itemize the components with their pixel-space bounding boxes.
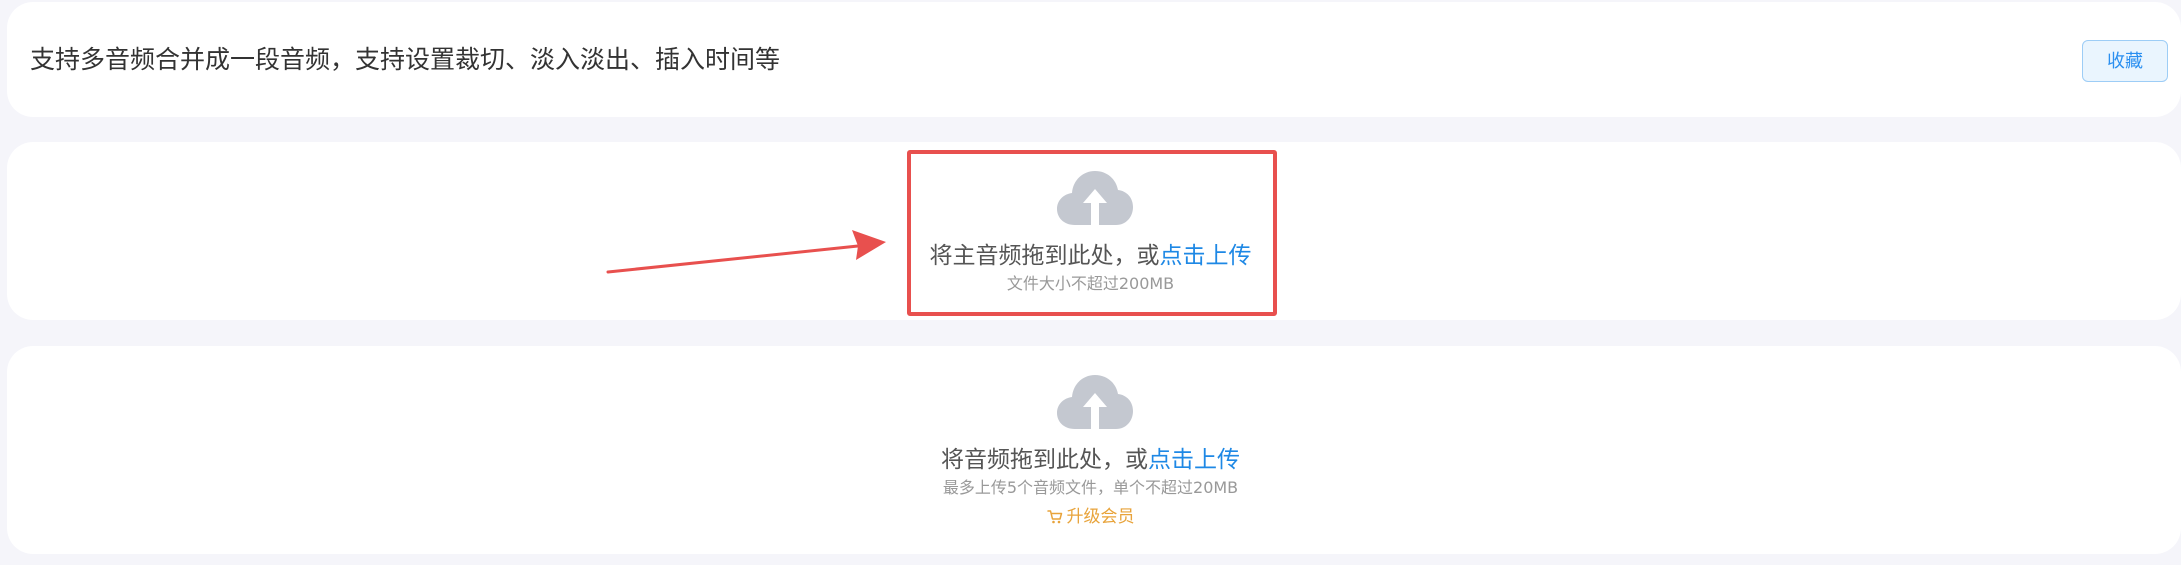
upgrade-member-link[interactable]: 升级会员 [1046,505,1135,529]
cloud-upload-icon [1057,171,1133,225]
audio-drop-text: 将音频拖到此处，或点击上传 [0,444,2181,476]
audio-drop-label: 将音频拖到此处，或 [941,447,1148,473]
favorite-button[interactable]: 收藏 [2082,40,2168,82]
page-title: 支持多音频合并成一段音频，支持设置裁切、淡入淡出、插入时间等 [30,45,781,74]
main-drop-text: 将主音频拖到此处，或点击上传 [0,240,2181,272]
audio-limit-hint: 最多上传5个音频文件，单个不超过20MB [942,478,1239,497]
main-size-limit: 文件大小不超过200MB [1006,274,1175,293]
main-drop-label: 将主音频拖到此处，或 [929,243,1160,269]
upgrade-row: 升级会员 [0,505,2181,532]
main-upload-link[interactable]: 点击上传 [1160,243,1252,269]
audio-upload-link[interactable]: 点击上传 [1148,447,1240,473]
header-card: 支持多音频合并成一段音频，支持设置裁切、淡入淡出、插入时间等 收藏 [7,2,2181,117]
page: 支持多音频合并成一段音频，支持设置裁切、淡入淡出、插入时间等 收藏 将主音频拖到… [0,0,2181,565]
main-audio-dropzone[interactable]: 将主音频拖到此处，或点击上传 文件大小不超过200MB [0,142,2181,320]
upgrade-member-label: 升级会员 [1066,507,1135,527]
cloud-upload-icon [1057,375,1133,429]
cart-icon [1046,510,1062,524]
audio-dropzone[interactable]: 将音频拖到此处，或点击上传 最多上传5个音频文件，单个不超过20MB 升级会员 [0,346,2181,554]
red-arrow-annotation [606,230,886,274]
